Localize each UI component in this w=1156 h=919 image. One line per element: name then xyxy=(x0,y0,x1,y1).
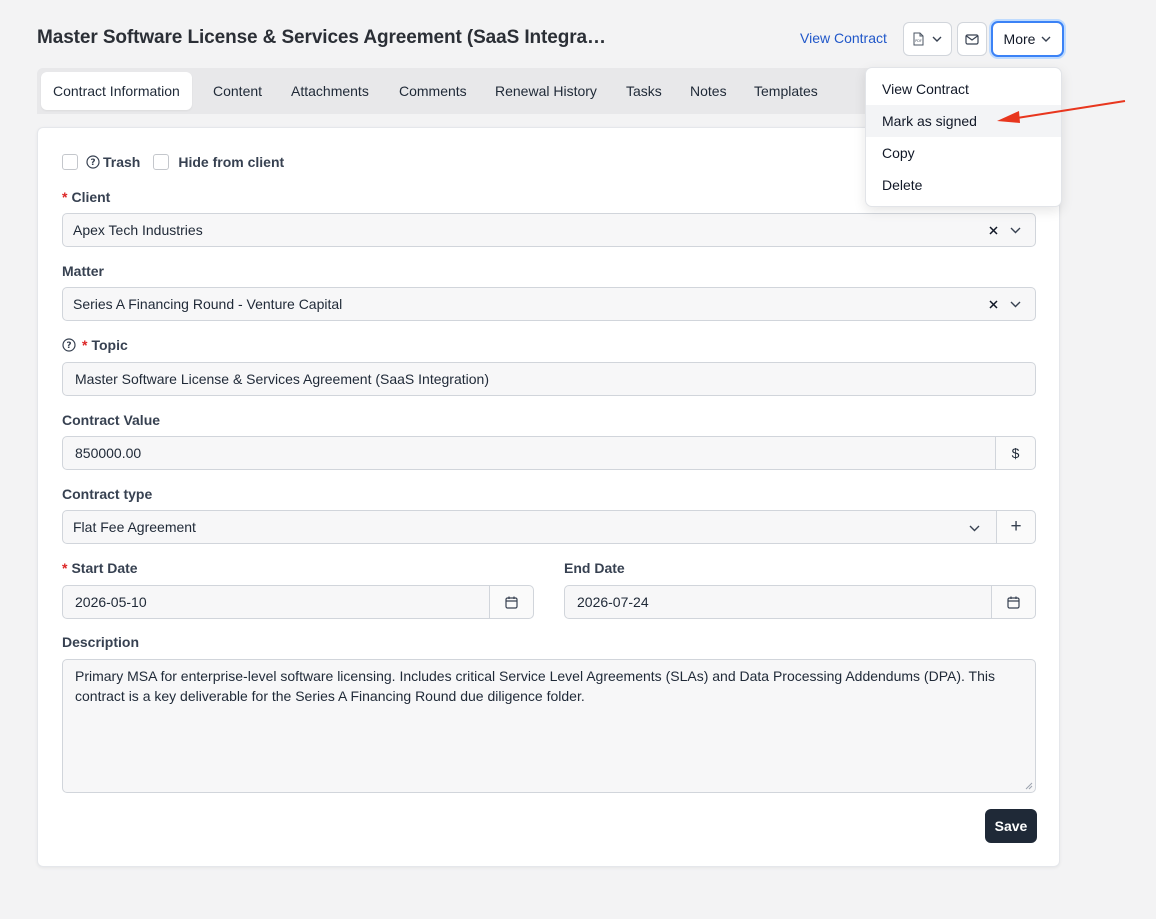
end-date-calendar-button[interactable] xyxy=(991,586,1035,618)
start-date-label-text: Start Date xyxy=(71,560,138,576)
topic-input[interactable]: Master Software License & Services Agree… xyxy=(62,362,1036,396)
required-marker: * xyxy=(82,337,88,353)
close-icon[interactable] xyxy=(989,225,998,235)
matter-select[interactable]: Series A Financing Round - Venture Capit… xyxy=(62,287,1036,321)
contract-type-select[interactable]: Flat Fee Agreement + xyxy=(62,510,1036,544)
email-button[interactable] xyxy=(957,22,987,56)
trash-label: Trash xyxy=(103,154,141,170)
more-button[interactable]: More xyxy=(991,21,1064,57)
start-date-value: 2026-05-10 xyxy=(75,594,147,610)
description-label: Description xyxy=(62,634,140,650)
chevron-down-icon[interactable] xyxy=(1010,227,1021,234)
contract-value-input[interactable]: 850000.00 $ xyxy=(62,436,1036,470)
topic-value: Master Software License & Services Agree… xyxy=(75,371,489,387)
client-label-text: Client xyxy=(71,189,111,205)
tab-attachments[interactable]: Attachments xyxy=(291,72,369,110)
matter-value: Series A Financing Round - Venture Capit… xyxy=(73,296,343,312)
tab-contract-information[interactable]: Contract Information xyxy=(41,72,192,110)
trash-checkbox[interactable] xyxy=(62,154,78,170)
svg-text:?: ? xyxy=(66,341,71,351)
start-date-calendar-button[interactable] xyxy=(489,586,533,618)
chevron-down-icon[interactable] xyxy=(1010,301,1021,308)
save-button[interactable]: Save xyxy=(985,809,1037,843)
client-select[interactable]: Apex Tech Industries xyxy=(62,213,1036,247)
end-date-value: 2026-07-24 xyxy=(577,594,649,610)
page-title: Master Software License & Services Agree… xyxy=(37,27,607,48)
trash-checkbox-row: ? Trash Hide from client xyxy=(62,153,284,171)
page-header: Master Software License & Services Agree… xyxy=(37,20,1067,58)
resize-handle-icon[interactable] xyxy=(1025,782,1033,790)
more-button-label: More xyxy=(1003,31,1036,47)
tab-notes[interactable]: Notes xyxy=(690,72,727,110)
view-contract-link[interactable]: View Contract xyxy=(800,30,887,46)
end-date-label: End Date xyxy=(564,560,625,576)
svg-text:PDF: PDF xyxy=(915,39,922,43)
matter-label: Matter xyxy=(62,263,105,279)
menu-item-delete[interactable]: Delete xyxy=(866,169,1061,201)
currency-addon: $ xyxy=(995,437,1035,469)
topic-label: ? * Topic xyxy=(62,337,128,353)
start-date-input[interactable]: 2026-05-10 xyxy=(62,585,534,619)
question-circle-icon: ? xyxy=(62,338,76,352)
hide-from-client-label: Hide from client xyxy=(178,154,285,170)
end-date-input[interactable]: 2026-07-24 xyxy=(564,585,1036,619)
contract-type-label: Contract type xyxy=(62,486,153,502)
tab-comments[interactable]: Comments xyxy=(399,72,467,110)
calendar-icon xyxy=(505,596,518,609)
topic-label-text: Topic xyxy=(91,337,128,353)
add-contract-type-button[interactable]: + xyxy=(996,511,1035,543)
chevron-down-icon xyxy=(1041,36,1051,42)
tab-renewal-history[interactable]: Renewal History xyxy=(495,72,597,110)
annotation-arrow-icon xyxy=(997,100,1126,123)
client-value: Apex Tech Industries xyxy=(73,222,203,238)
tab-templates[interactable]: Templates xyxy=(754,72,818,110)
question-circle-icon: ? xyxy=(86,155,100,169)
chevron-down-icon[interactable] xyxy=(969,525,980,532)
description-textarea[interactable]: Primary MSA for enterprise-level softwar… xyxy=(62,659,1036,793)
menu-item-copy[interactable]: Copy xyxy=(866,137,1061,169)
chevron-down-icon xyxy=(932,36,942,42)
description-value: Primary MSA for enterprise-level softwar… xyxy=(75,668,995,704)
envelope-icon xyxy=(965,33,979,45)
contract-form-card: ? Trash Hide from client * Client Apex T… xyxy=(37,127,1060,867)
close-icon[interactable] xyxy=(989,299,998,309)
contract-value: 850000.00 xyxy=(75,445,142,461)
pdf-export-button[interactable]: PDF xyxy=(903,22,952,56)
tab-content[interactable]: Content xyxy=(213,72,262,110)
svg-text:?: ? xyxy=(90,158,95,168)
more-dropdown-menu: View Contract Mark as signed Copy Delete xyxy=(865,67,1062,207)
contract-value-label: Contract Value xyxy=(62,412,161,428)
required-marker: * xyxy=(62,560,68,576)
tab-tasks[interactable]: Tasks xyxy=(626,72,662,110)
client-label: * Client xyxy=(62,189,110,205)
contract-type-value: Flat Fee Agreement xyxy=(73,519,196,535)
pdf-file-icon: PDF xyxy=(913,32,924,46)
hide-from-client-checkbox[interactable] xyxy=(153,154,170,170)
required-marker: * xyxy=(62,189,68,205)
start-date-label: * Start Date xyxy=(62,560,138,576)
calendar-icon xyxy=(1007,596,1020,609)
